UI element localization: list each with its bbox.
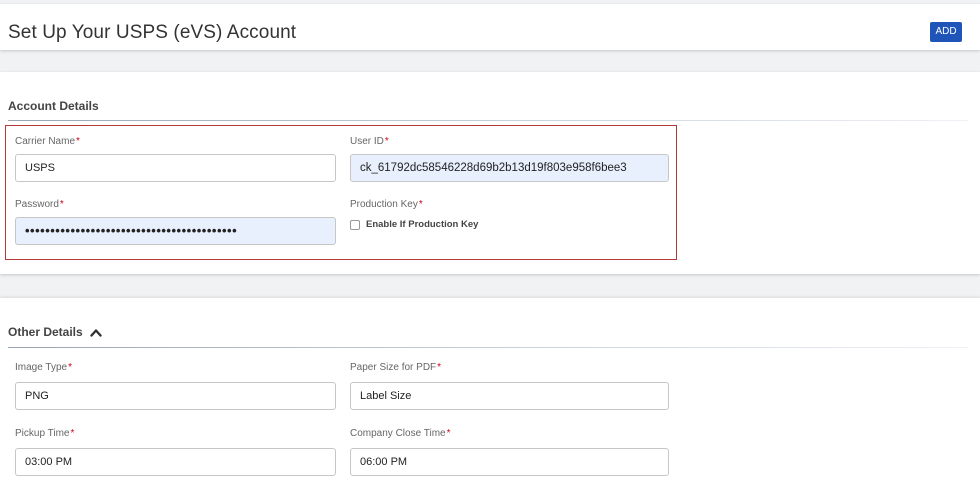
company-close-time-label: Company Close Time*: [350, 428, 451, 439]
password-input[interactable]: ••••••••••••••••••••••••••••••••••••••••…: [15, 217, 336, 245]
required-marker: *: [437, 362, 442, 373]
required-marker: *: [70, 428, 75, 439]
production-key-checkbox[interactable]: [350, 219, 360, 230]
chevron-up-icon[interactable]: [90, 326, 102, 340]
section-divider: [8, 120, 968, 121]
production-key-option[interactable]: Enable If Production Key: [350, 219, 478, 230]
paper-size-label: Paper Size for PDF*: [350, 362, 442, 373]
user-id-input[interactable]: ck_61792dc58546228d69b2b13d19f803e958f6b…: [350, 154, 669, 182]
account-details-title: Account Details: [8, 99, 99, 113]
company-close-time-input[interactable]: 06:00 PM: [350, 448, 669, 476]
pickup-time-input[interactable]: 03:00 PM: [15, 448, 336, 476]
required-marker: *: [59, 199, 64, 210]
user-id-label: User ID*: [350, 136, 389, 147]
required-marker: *: [76, 136, 80, 147]
page-header: Set Up Your USPS (eVS) Account ADD: [0, 4, 980, 50]
other-details-card: Other Details Image Type* PNG Paper Size…: [0, 298, 980, 504]
other-details-title: Other Details: [8, 325, 83, 339]
section-divider: [8, 347, 968, 348]
pickup-time-label: Pickup Time*: [15, 428, 75, 439]
required-marker: *: [418, 199, 423, 210]
other-details-header[interactable]: Other Details: [8, 325, 102, 340]
password-label: Password*: [15, 199, 64, 210]
production-key-checkbox-label[interactable]: Enable If Production Key: [366, 219, 478, 230]
paper-size-input[interactable]: Label Size: [350, 382, 669, 410]
production-key-label: Production Key*: [350, 199, 423, 210]
required-marker: *: [384, 136, 389, 147]
account-details-card: Account Details Carrier Name* USPS User …: [0, 72, 980, 274]
required-marker: *: [68, 362, 72, 373]
image-type-input[interactable]: PNG: [15, 382, 336, 410]
add-button[interactable]: ADD: [930, 22, 962, 42]
required-marker: *: [446, 428, 451, 439]
page-title: Set Up Your USPS (eVS) Account: [8, 22, 297, 43]
carrier-name-input[interactable]: USPS: [15, 154, 336, 182]
image-type-label: Image Type*: [15, 362, 72, 373]
carrier-name-label: Carrier Name*: [15, 136, 80, 147]
